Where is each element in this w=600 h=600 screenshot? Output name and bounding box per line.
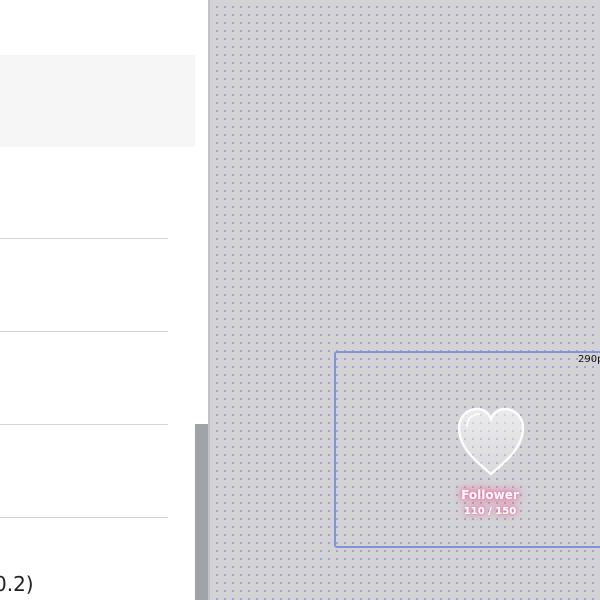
- divider: [0, 517, 168, 518]
- widget-size-label: 290p: [578, 354, 600, 365]
- goal-progress-count: 110 / 150: [463, 506, 517, 517]
- heart-icon: [457, 407, 525, 476]
- divider: [0, 424, 168, 425]
- settings-panel: 0.2): [0, 0, 210, 600]
- divider: [0, 331, 168, 332]
- settings-field-box[interactable]: [0, 55, 195, 147]
- goal-title: Follower: [461, 488, 519, 502]
- setting-value-text: 0.2): [0, 572, 34, 596]
- divider: [0, 238, 168, 239]
